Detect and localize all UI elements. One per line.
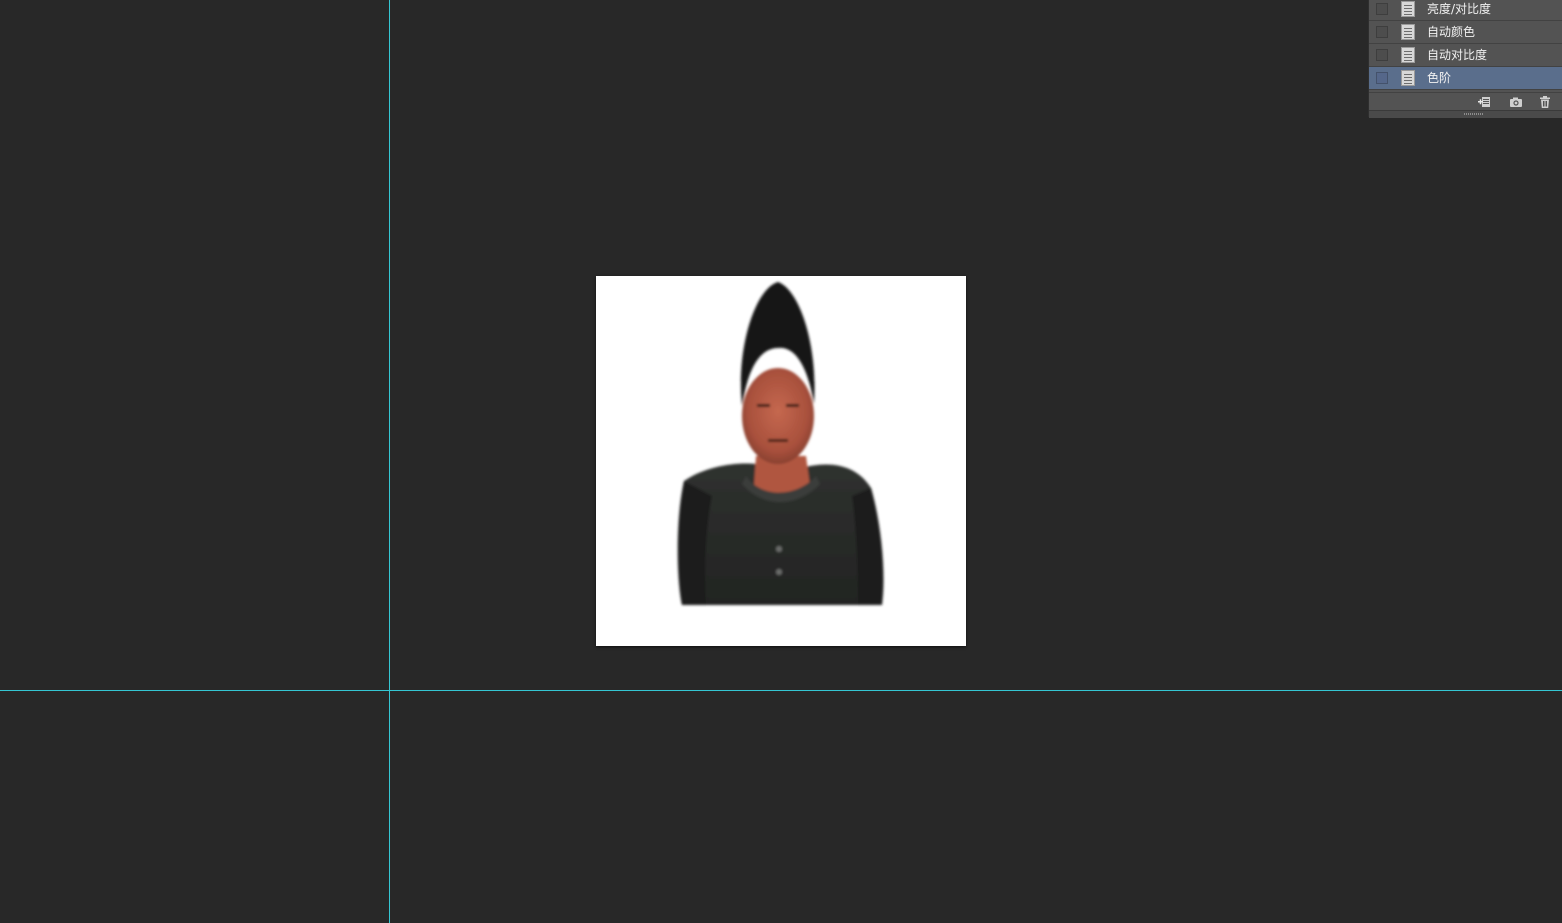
camera-icon[interactable] <box>1509 95 1523 109</box>
history-item-label: 自动对比度 <box>1427 48 1488 62</box>
history-item-label: 亮度/对比度 <box>1427 2 1492 16</box>
panel-resize-handle[interactable] <box>1369 110 1562 118</box>
history-panel-footer <box>1369 92 1562 111</box>
history-item-selected[interactable]: 色阶 <box>1369 67 1562 90</box>
horizontal-guide[interactable] <box>0 690 1562 691</box>
snapshot-source-checkbox[interactable] <box>1376 3 1388 15</box>
snapshot-source-checkbox[interactable] <box>1376 49 1388 61</box>
history-item[interactable]: 自动对比度 <box>1369 44 1562 67</box>
vertical-guide[interactable] <box>389 0 390 923</box>
history-item-label: 色阶 <box>1427 71 1452 85</box>
history-panel: 亮度/对比度 自动颜色 自动对比度 色阶 <box>1368 0 1562 118</box>
portrait-image <box>596 276 966 646</box>
history-state-icon <box>1401 24 1415 40</box>
history-state-icon <box>1401 1 1415 17</box>
snapshot-source-checkbox[interactable] <box>1376 72 1388 84</box>
history-item[interactable]: 亮度/对比度 <box>1369 0 1562 21</box>
trash-icon[interactable] <box>1538 95 1552 109</box>
grip-icon <box>1464 113 1484 115</box>
new-document-from-state-icon[interactable] <box>1477 95 1491 109</box>
document-canvas[interactable] <box>596 276 966 646</box>
snapshot-source-checkbox[interactable] <box>1376 26 1388 38</box>
history-state-icon <box>1401 47 1415 63</box>
history-item[interactable]: 自动颜色 <box>1369 21 1562 44</box>
history-item-label: 自动颜色 <box>1427 25 1476 39</box>
history-state-icon <box>1401 70 1415 86</box>
